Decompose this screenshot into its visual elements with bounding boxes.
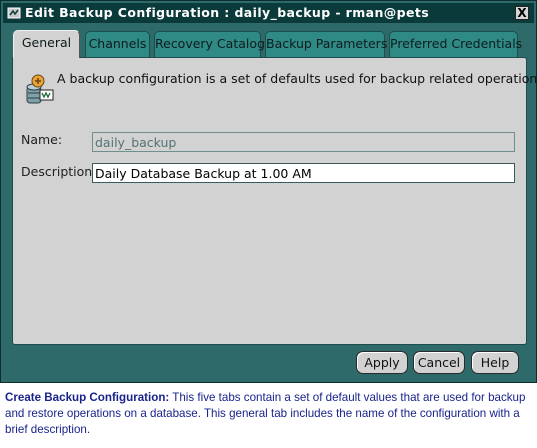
help-button[interactable]: Help — [471, 351, 519, 374]
info-description: A backup configuration is a set of defau… — [57, 71, 537, 86]
tab-general[interactable]: General — [13, 30, 80, 58]
app-icon — [7, 7, 21, 19]
tab-preferred-credentials[interactable]: Preferred Credentials — [389, 31, 522, 57]
tab-backup-parameters[interactable]: Backup Parameters — [265, 31, 387, 57]
apply-button[interactable]: Apply — [356, 351, 408, 374]
general-tab-panel: A backup configuration is a set of defau… — [12, 57, 537, 345]
tab-recovery-catalog[interactable]: Recovery Catalog — [154, 31, 265, 57]
backup-config-icon — [26, 74, 54, 104]
description-label: Description: — [21, 164, 97, 179]
figure-caption: Create Backup Configuration: This five t… — [5, 390, 533, 438]
name-label: Name: — [21, 132, 63, 147]
window-title: Edit Backup Configuration : daily_backup… — [25, 5, 430, 20]
name-field — [92, 132, 515, 152]
cancel-button[interactable]: Cancel — [413, 351, 465, 374]
close-button[interactable]: X — [515, 6, 529, 20]
tab-channels[interactable]: Channels — [85, 31, 150, 57]
description-field[interactable] — [92, 163, 515, 183]
title-bar[interactable]: Edit Backup Configuration : daily_backup… — [3, 3, 534, 23]
edit-backup-configuration-dialog: Edit Backup Configuration : daily_backup… — [0, 0, 537, 383]
caption-lead: Create Backup Configuration: — [5, 391, 170, 404]
